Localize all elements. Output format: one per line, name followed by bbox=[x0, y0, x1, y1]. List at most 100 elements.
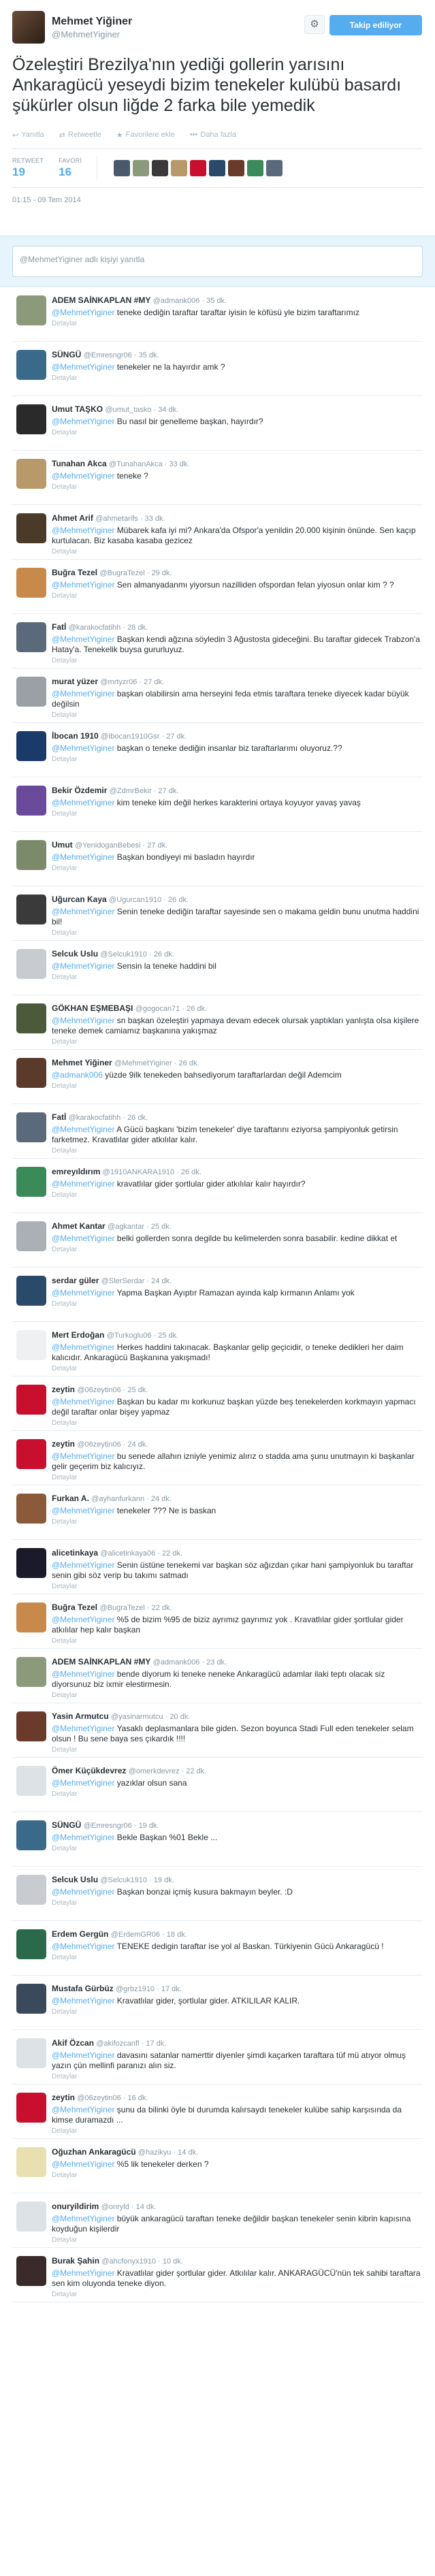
reply-time[interactable]: 18 dk. bbox=[167, 1931, 187, 1939]
reply-mention[interactable]: @MehmetYiginer bbox=[52, 1669, 114, 1679]
reply-details-link[interactable]: Detaylar bbox=[52, 592, 423, 600]
reply-mention[interactable]: @MehmetYiginer bbox=[52, 2105, 114, 2114]
reply-author-name[interactable]: Fatİ bbox=[52, 622, 66, 632]
reply-mention[interactable]: @MehmetYiginer bbox=[52, 2159, 114, 2169]
reply-time[interactable]: 35 dk. bbox=[139, 351, 159, 359]
reply-author-handle[interactable]: @ahcfonyx1910 bbox=[101, 2257, 156, 2266]
reply-author-name[interactable]: zeytin bbox=[52, 2093, 75, 2102]
reply-author-handle[interactable]: @1910ANKARA1910 bbox=[103, 1168, 174, 1176]
reply-author-handle[interactable]: @Ibocan1910Gsr bbox=[101, 732, 159, 741]
favoriter-avatar[interactable] bbox=[247, 160, 264, 176]
reply-author-name[interactable]: Selcuk Uslu bbox=[52, 949, 98, 959]
reply-mention[interactable]: @MehmetYiginer bbox=[52, 1615, 114, 1624]
reply-time[interactable]: 26 dk. bbox=[181, 1168, 202, 1176]
reply-time[interactable]: 16 dk. bbox=[128, 2094, 148, 2102]
reply-time[interactable]: 29 dk. bbox=[151, 569, 172, 577]
reply-item[interactable]: Buğra Tezel @BugraTezel · 29 dk. @MehmetY… bbox=[12, 560, 423, 614]
reply-details-link[interactable]: Detaylar bbox=[52, 1474, 423, 1481]
reply-mention[interactable]: @MehmetYiginer bbox=[52, 1996, 114, 2006]
reply-author-name[interactable]: Ahmet Arif bbox=[52, 513, 93, 523]
author-avatar[interactable] bbox=[12, 11, 45, 44]
reply-item[interactable]: GÖKHAN EŞMEBAŞI @gogocan71 · 26 dk. @Mehm… bbox=[12, 995, 423, 1050]
reply-author-handle[interactable]: @yasinarmutcu bbox=[111, 1713, 163, 1721]
reply-details-link[interactable]: Detaylar bbox=[52, 1191, 423, 1199]
reply-author-name[interactable]: Oğuzhan Ankaragücü bbox=[52, 2147, 136, 2157]
reply-avatar[interactable] bbox=[16, 2093, 46, 2123]
reply-mention[interactable]: @MehmetYiginer bbox=[52, 1942, 114, 1951]
reply-time[interactable]: 27 dk. bbox=[147, 841, 167, 850]
reply-author-name[interactable]: Ömer Küçükdevrez bbox=[52, 1766, 126, 1775]
reply-author-name[interactable]: Selcuk Uslu bbox=[52, 1875, 98, 1884]
reply-avatar[interactable] bbox=[16, 568, 46, 598]
reply-mention[interactable]: @MehmetYiginer bbox=[52, 308, 114, 317]
reply-author-handle[interactable]: @Selcuk1910 bbox=[100, 950, 147, 959]
reply-mention[interactable]: @MehmetYiginer bbox=[52, 2268, 114, 2278]
reply-item[interactable]: Fatİ @karakocfatihh · 28 dk. @MehmetYigin… bbox=[12, 614, 423, 669]
reply-avatar[interactable] bbox=[16, 2147, 46, 2177]
reply-author-name[interactable]: Bekir Özdemir bbox=[52, 786, 107, 795]
reply-item[interactable]: İbocan 1910 @Ibocan1910Gsr · 27 dk. @Mehm… bbox=[12, 723, 423, 777]
reply-mention[interactable]: @MehmetYiginer bbox=[52, 1234, 114, 1243]
reply-details-link[interactable]: Detaylar bbox=[52, 2073, 423, 2080]
reply-avatar[interactable] bbox=[16, 895, 46, 924]
reply-time[interactable]: 27 dk. bbox=[158, 787, 178, 795]
reply-time[interactable]: 24 dk. bbox=[151, 1277, 172, 1285]
reply-details-link[interactable]: Detaylar bbox=[52, 548, 423, 556]
reply-author-name[interactable]: zeytin bbox=[52, 1439, 75, 1449]
reply-mention[interactable]: @MehmetYiginer bbox=[52, 526, 114, 535]
reply-avatar[interactable] bbox=[16, 1494, 46, 1524]
reply-avatar[interactable] bbox=[16, 2202, 46, 2232]
reply-time[interactable]: 22 dk. bbox=[151, 1604, 172, 1612]
reply-author-handle[interactable]: @MehmetYiginer bbox=[114, 1059, 172, 1067]
favoriter-avatar[interactable] bbox=[209, 160, 226, 176]
reply-mention[interactable]: @MehmetYiginer bbox=[52, 1724, 114, 1733]
reply-author-name[interactable]: murat yüzer bbox=[52, 677, 98, 686]
reply-time[interactable]: 25 dk. bbox=[151, 1223, 172, 1231]
reply-avatar[interactable] bbox=[16, 1439, 46, 1469]
favoriter-avatar[interactable] bbox=[152, 160, 169, 176]
author-handle[interactable]: @MehmetYiginer bbox=[52, 29, 132, 39]
reply-mention[interactable]: @MehmetYiginer bbox=[52, 417, 114, 426]
reply-author-name[interactable]: Umut TAŞKO bbox=[52, 404, 103, 414]
reply-time[interactable]: 23 dk. bbox=[206, 1658, 227, 1667]
reply-author-handle[interactable]: @Turkoglu06 bbox=[107, 1332, 152, 1340]
reply-mention[interactable]: @MehmetYiginer bbox=[52, 362, 114, 372]
favoriter-avatar[interactable] bbox=[266, 160, 283, 176]
reply-avatar[interactable] bbox=[16, 1929, 46, 1959]
reply-author-handle[interactable]: @ZdmrBekir bbox=[110, 787, 152, 795]
reply-author-handle[interactable]: @omerkdevrez bbox=[129, 1767, 180, 1775]
reply-avatar[interactable] bbox=[16, 1766, 46, 1796]
reply-action[interactable]: ↩ Yanıtla bbox=[12, 131, 44, 140]
reply-details-link[interactable]: Detaylar bbox=[52, 1692, 423, 1699]
reply-item[interactable]: Ömer Küçükdevrez @omerkdevrez · 22 dk. @M… bbox=[12, 1758, 423, 1812]
reply-mention[interactable]: @MehmetYiginer bbox=[52, 471, 114, 481]
reply-author-name[interactable]: emreyıldırım bbox=[52, 1167, 100, 1176]
reply-time[interactable]: 33 dk. bbox=[145, 515, 165, 523]
reply-time[interactable]: 22 dk. bbox=[162, 1549, 182, 1558]
reply-details-link[interactable]: Detaylar bbox=[52, 865, 423, 872]
reply-mention[interactable]: @MehmetYiginer bbox=[52, 961, 114, 971]
reply-mention[interactable]: @MehmetYiginer bbox=[52, 743, 114, 753]
reply-mention[interactable]: @MehmetYiginer bbox=[52, 1833, 114, 1842]
reply-author-handle[interactable]: @onryld bbox=[101, 2203, 129, 2211]
reply-author-handle[interactable]: @YenidoganBebesi bbox=[75, 841, 140, 850]
reply-avatar[interactable] bbox=[16, 949, 46, 979]
reply-time[interactable]: 10 dk. bbox=[163, 2257, 183, 2266]
reply-item[interactable]: alicetinkaya @alicetinkaya06 · 22 dk. @Me… bbox=[12, 1540, 423, 1594]
author-name[interactable]: Mehmet Yiğiner bbox=[52, 16, 132, 28]
favorite-action[interactable]: ★ Favorilere ekle bbox=[116, 131, 175, 140]
reply-author-handle[interactable]: @admank006 bbox=[153, 297, 200, 305]
reply-author-handle[interactable]: @BugraTezel bbox=[99, 569, 144, 577]
reply-avatar[interactable] bbox=[16, 1003, 46, 1033]
reply-time[interactable]: 14 dk. bbox=[136, 2203, 157, 2211]
reply-item[interactable]: Selcuk Uslu @Selcuk1910 · 26 dk. @MehmetY… bbox=[12, 941, 423, 995]
reply-author-handle[interactable]: @06zeytin06 bbox=[77, 1440, 120, 1449]
reply-avatar[interactable] bbox=[16, 404, 46, 434]
reply-time[interactable]: 24 dk. bbox=[151, 1495, 172, 1503]
reply-details-link[interactable]: Detaylar bbox=[52, 711, 423, 719]
reply-author-name[interactable]: Mert Erdoğan bbox=[52, 1330, 104, 1340]
reply-details-link[interactable]: Detaylar bbox=[52, 1082, 423, 1090]
reply-author-name[interactable]: alicetinkaya bbox=[52, 1548, 98, 1558]
reply-author-name[interactable]: Akif Özcan bbox=[52, 2038, 94, 2048]
reply-author-name[interactable]: serdar güler bbox=[52, 1276, 99, 1285]
